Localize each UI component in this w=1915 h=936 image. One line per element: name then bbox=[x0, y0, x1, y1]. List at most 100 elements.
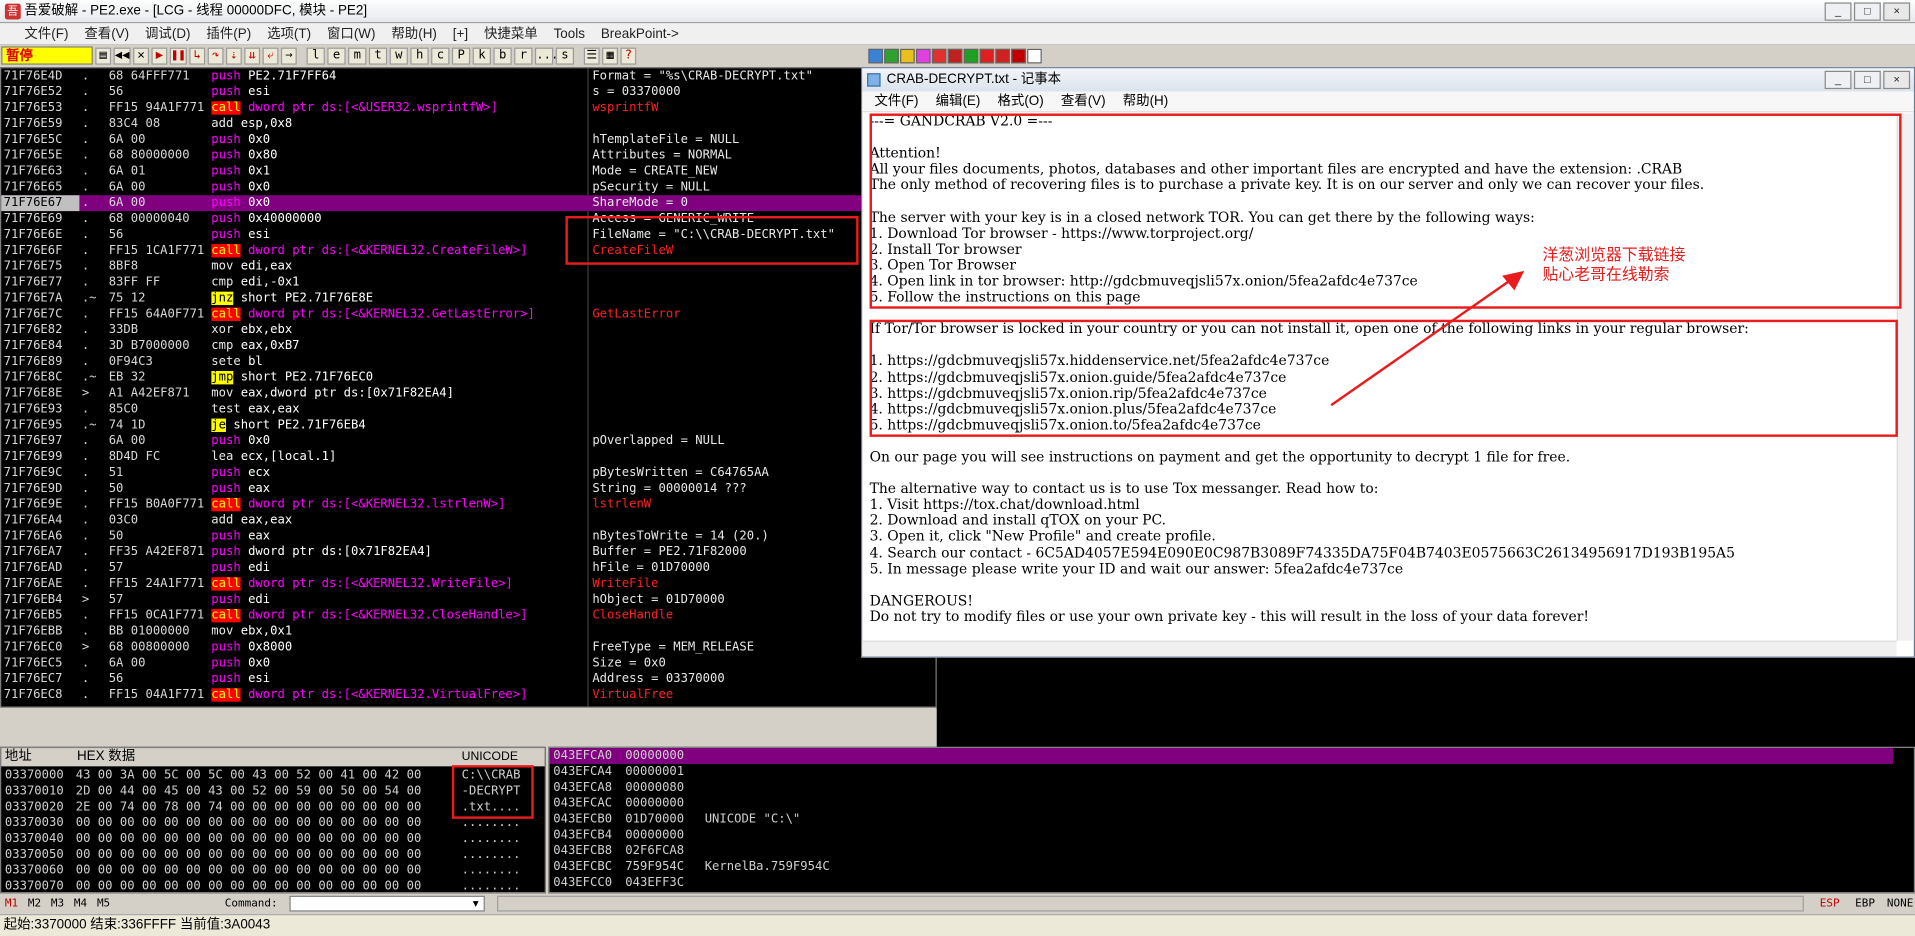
stack-row[interactable]: 043EFCA0 00000000 bbox=[549, 748, 1894, 764]
stack-row[interactable]: 043EFCA8 00000080 bbox=[550, 780, 1893, 796]
disasm-row[interactable]: 71F76E84. 3D B7000000 cmp eax,0xB7 bbox=[1, 338, 935, 354]
plugin-icon-4[interactable] bbox=[915, 48, 931, 63]
disasm-row[interactable]: 71F76EB5. FF15 0CA1F771 call dword ptr ds:… bbox=[1, 608, 935, 624]
help-icon[interactable]: ? bbox=[620, 46, 637, 65]
window-button-7[interactable]: P bbox=[451, 46, 471, 65]
disasm-row[interactable]: 71F76EA6. 50 push eax nBytesToWrite = 14 (2… bbox=[1, 528, 935, 544]
memory-tab-1[interactable]: M1 bbox=[5, 894, 18, 914]
menu-item-3[interactable]: 插件(P) bbox=[206, 23, 251, 45]
trace-into-icon[interactable]: ⇣ bbox=[226, 46, 242, 65]
stack-row[interactable]: 043EFCB4 00000000 bbox=[550, 827, 1893, 843]
memory-tab-4[interactable]: M4 bbox=[74, 894, 87, 914]
window-button-9[interactable]: b bbox=[493, 46, 512, 65]
notepad-minimize-button[interactable]: _ bbox=[1824, 70, 1852, 90]
stack-row[interactable]: 043EFCBC 759F954C KernelBa.759F954C bbox=[550, 859, 1893, 875]
disasm-row[interactable]: 71F76EC0 >68 00800000 push 0x8000 FreeType … bbox=[1, 639, 935, 655]
disasm-row[interactable]: 71F76E9C. 51 push ecx pBytesWritten = C6476… bbox=[1, 465, 935, 481]
window-button-4[interactable]: w bbox=[389, 46, 409, 65]
disasm-row[interactable]: 71F76EC8. FF15 04A1F771 call dword ptr ds:… bbox=[1, 687, 935, 703]
window-button-10[interactable]: r bbox=[514, 46, 533, 65]
close-button[interactable]: × bbox=[1883, 2, 1911, 21]
window-button-2[interactable]: m bbox=[348, 46, 367, 65]
window-button-8[interactable]: k bbox=[472, 46, 492, 65]
disasm-row[interactable]: 71F76E9D. 50 push eax String = 00000014 ??? bbox=[1, 481, 935, 497]
minimize-button[interactable]: _ bbox=[1824, 2, 1852, 21]
notepad-menu-item-0[interactable]: 文件(F) bbox=[874, 92, 918, 112]
run-icon[interactable]: ▶ bbox=[151, 46, 168, 65]
stack-pane[interactable]: 043EFCA0 00000000 043EFCA4 00000001 043EFCA8… bbox=[548, 746, 1915, 894]
notepad-close-button[interactable]: × bbox=[1883, 70, 1911, 90]
dump-row[interactable]: 03370070 00 00 00 00 00 00 00 00 00 00 00… bbox=[1, 879, 544, 895]
disasm-row[interactable]: 71F76E89. 0F94C3 sete bl bbox=[1, 354, 935, 370]
plugin-icon-8[interactable] bbox=[979, 48, 995, 63]
plugin-icon-2[interactable] bbox=[884, 48, 899, 63]
reg-esp[interactable]: ESP bbox=[1820, 894, 1840, 914]
disasm-row[interactable]: 71F76E5C. 6A 00 push 0x0 hTemplateFile = NU… bbox=[1, 132, 935, 148]
plugin-icon-9[interactable] bbox=[995, 48, 1011, 63]
notepad-menu-item-1[interactable]: 编辑(E) bbox=[936, 92, 981, 112]
memory-tab-2[interactable]: M2 bbox=[28, 894, 41, 914]
window-button-12[interactable]: s bbox=[555, 46, 575, 65]
disasm-row[interactable]: 71F76E93. 85C0 test eax,eax bbox=[1, 401, 935, 417]
trace-over-icon[interactable]: ⇊ bbox=[244, 46, 261, 65]
plugin-icon-5[interactable] bbox=[931, 48, 947, 63]
menu-item-4[interactable]: 选项(T) bbox=[267, 23, 311, 45]
disasm-row[interactable]: 71F76EC5. 6A 00 push 0x0 Size = 0x0 bbox=[1, 655, 935, 671]
stack-row[interactable]: 043EFCB8 02F6FCA8 bbox=[550, 843, 1893, 859]
plugin-icon-11[interactable] bbox=[1027, 48, 1042, 63]
execute-till-return-icon[interactable]: ⤶ bbox=[262, 46, 279, 65]
disasm-row[interactable]: 71F76E7A .~ 75 12 jnz short PE2.71F76E8E bbox=[1, 290, 935, 306]
disasm-row[interactable]: 71F76EA4. 03C0 add eax,eax bbox=[1, 513, 935, 529]
chevron-down-icon[interactable]: ▼ bbox=[468, 897, 484, 910]
menu-item-0[interactable]: 文件(F) bbox=[24, 23, 68, 45]
stack-row[interactable]: 043EFCAC 00000000 bbox=[550, 796, 1893, 812]
menu-item-8[interactable]: 快捷菜单 bbox=[484, 23, 538, 45]
disasm-row[interactable]: 71F76E7C. FF15 64A0F771 call dword ptr ds:… bbox=[1, 306, 935, 322]
stack-row[interactable]: 043EFCC0 043EFF3C bbox=[550, 875, 1893, 891]
disasm-row[interactable]: 71F76EAD. 57 push edi hFile = 01D70000 bbox=[1, 560, 935, 576]
notepad-menu-item-3[interactable]: 查看(V) bbox=[1061, 92, 1106, 112]
reg-none[interactable]: NONE bbox=[1887, 894, 1913, 914]
window-button-1[interactable]: e bbox=[327, 46, 346, 65]
stack-row[interactable]: 043EFCA4 00000001 bbox=[550, 764, 1893, 780]
step-into-icon[interactable]: ↳ bbox=[189, 46, 206, 65]
disasm-row[interactable]: 71F76E97. 6A 00 push 0x0 pOverlapped = NULL bbox=[1, 433, 935, 449]
reg-ebp[interactable]: EBP bbox=[1855, 894, 1875, 914]
disasm-row[interactable]: 71F76E77. 83FF FF cmp edi,-0x1 bbox=[1, 275, 935, 291]
maximize-button[interactable]: □ bbox=[1853, 2, 1881, 21]
disasm-row[interactable]: 71F76E59. 83C4 08 add esp,0x8 bbox=[1, 116, 935, 132]
menu-item-6[interactable]: 帮助(H) bbox=[391, 23, 437, 45]
grid-icon[interactable]: ▦ bbox=[602, 46, 619, 65]
goto-icon[interactable]: → bbox=[281, 46, 297, 65]
notepad-maximize-button[interactable]: □ bbox=[1853, 70, 1881, 90]
notepad-menu-item-4[interactable]: 帮助(H) bbox=[1123, 92, 1169, 112]
window-button-6[interactable]: c bbox=[431, 46, 450, 65]
window-button-11[interactable]: ... bbox=[535, 46, 558, 65]
disasm-row[interactable]: 71F76E82. 33DB xor ebx,ebx bbox=[1, 322, 935, 338]
menu-item-9[interactable]: Tools bbox=[554, 23, 585, 45]
disassembly-pane[interactable]: 71F76E4D. 68 64FFF771 push PE2.71F7FF64 For… bbox=[0, 67, 937, 708]
disasm-row[interactable]: 71F76E4D. 68 64FFF771 push PE2.71F7FF64 For… bbox=[1, 68, 935, 84]
plugin-icon-7[interactable] bbox=[963, 48, 979, 63]
disasm-row[interactable]: 71F76E67. 6A 00 push 0x0 ShareMode = 0 bbox=[1, 195, 936, 212]
window-button-3[interactable]: t bbox=[368, 46, 388, 65]
close-icon[interactable]: ✕ bbox=[133, 46, 150, 65]
window-button-0[interactable]: l bbox=[306, 46, 325, 65]
disasm-row[interactable]: 71F76E95 .~ 74 1D je short PE2.71F76EB4 bbox=[1, 417, 935, 433]
menu-item-10[interactable]: BreakPoint-> bbox=[601, 23, 679, 45]
plugin-icon-10[interactable] bbox=[1011, 48, 1026, 63]
menu-item-1[interactable]: 查看(V) bbox=[84, 23, 129, 45]
menu-item-2[interactable]: 调试(D) bbox=[145, 23, 191, 45]
dump-row[interactable]: 03370040 00 00 00 00 00 00 00 00 00 00 00… bbox=[1, 831, 544, 847]
plugin-icon-3[interactable] bbox=[900, 48, 915, 63]
disasm-row[interactable]: 71F76E9E. FF15 B0A0F771 call dword ptr ds:… bbox=[1, 497, 935, 513]
rewind-icon[interactable]: ◀◀ bbox=[113, 46, 131, 65]
command-input[interactable] bbox=[289, 895, 485, 912]
disasm-row[interactable]: 71F76EA7. FF35 A42EF871 push dword ptr ds:… bbox=[1, 544, 935, 560]
plugin-icon-6[interactable] bbox=[947, 48, 963, 63]
disasm-row[interactable]: 71F76EBB. BB 01000000 mov ebx,0x1 bbox=[1, 624, 935, 640]
notepad-horizontal-scrollbar[interactable] bbox=[862, 640, 1897, 657]
disasm-row[interactable]: 71F76E8E > A1 A42EF871 mov eax,dword ptr ds… bbox=[1, 386, 935, 402]
disasm-row[interactable]: 71F76E63. 6A 01 push 0x1 Mode = CREATE_NEW bbox=[1, 164, 935, 180]
disasm-row[interactable]: 71F76E65. 6A 00 push 0x0 pSecurity = NULL bbox=[1, 179, 935, 195]
